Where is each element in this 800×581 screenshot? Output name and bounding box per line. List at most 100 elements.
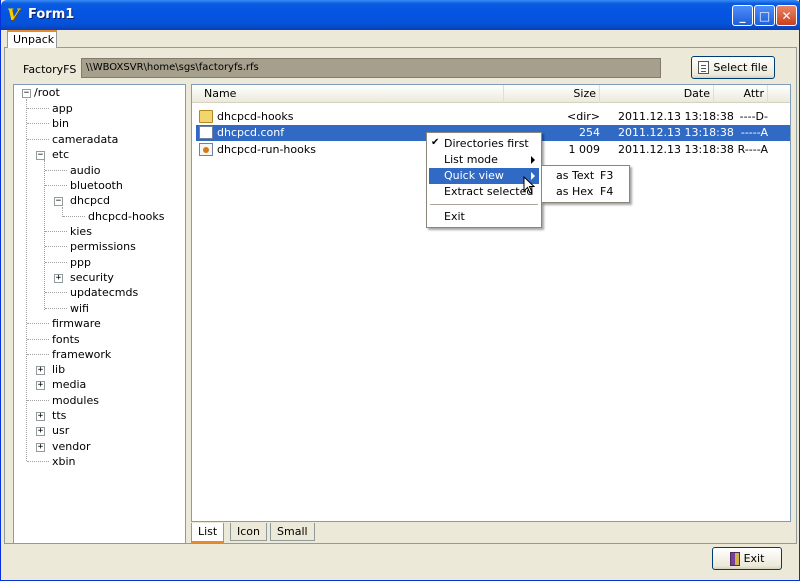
tree-item-root[interactable]: /root: [34, 85, 60, 100]
file-icon: [199, 126, 213, 139]
tree-item-dhcpcd[interactable]: dhcpcd: [70, 193, 110, 208]
tree-line: [45, 170, 67, 171]
file-attr: -----A: [740, 126, 768, 139]
tree-item-modules[interactable]: modules: [52, 393, 99, 408]
menu-item-directories-first[interactable]: Directories first: [429, 136, 539, 152]
file-attr: ----D-: [739, 110, 768, 123]
tab-small[interactable]: Small: [270, 523, 315, 541]
column-header-name[interactable]: Name: [192, 85, 504, 103]
main-window: V Form1 _ □ ✕ Unpack FactoryFS : \\WBOXS…: [0, 0, 800, 581]
expand-icon[interactable]: +: [54, 274, 63, 283]
exit-door-icon: [729, 551, 740, 566]
file-size: <dir>: [567, 110, 600, 123]
file-name: dhcpcd-run-hooks: [217, 143, 316, 156]
menu-item-label: List mode: [444, 153, 498, 166]
submenu-item-as-hex[interactable]: as Hex F4: [544, 184, 628, 200]
file-row[interactable]: dhcpcd-hooks <dir> 2011.12.13 13:18:38 -…: [196, 109, 790, 125]
tree-line: [45, 185, 67, 186]
tab-unpack[interactable]: Unpack: [7, 30, 57, 48]
expand-icon[interactable]: +: [36, 412, 45, 421]
menu-item-exit[interactable]: Exit: [429, 209, 539, 225]
tree-item-etc[interactable]: etc: [52, 147, 69, 162]
menu-item-list-mode[interactable]: List mode: [429, 152, 539, 168]
collapse-icon[interactable]: −: [54, 197, 63, 206]
quick-view-submenu: as Text F3 as Hex F4: [541, 165, 630, 203]
app-logo-icon: V: [7, 5, 20, 24]
tree-item-bin[interactable]: bin: [52, 116, 69, 131]
exit-label: Exit: [743, 552, 765, 565]
tree-line: [45, 246, 67, 247]
select-file-label: Select file: [713, 61, 768, 74]
expand-icon[interactable]: +: [36, 427, 45, 436]
tree-line: [27, 339, 49, 340]
tree-line: [45, 308, 67, 309]
executable-icon: [199, 143, 213, 156]
tree-line: [45, 262, 67, 263]
factoryfs-label: FactoryFS :: [23, 63, 84, 76]
expand-icon[interactable]: +: [36, 381, 45, 390]
submenu-label: as Hex: [556, 185, 594, 198]
tree-item-media[interactable]: media: [52, 377, 86, 392]
submenu-label: as Text: [556, 169, 595, 182]
document-icon: [698, 61, 710, 74]
factoryfs-path-field: \\WBOXSVR\home\sgs\factoryfs.rfs: [81, 58, 661, 78]
folder-tree[interactable]: − /root app bin cameradata − etc audio b…: [13, 84, 186, 544]
tree-line: [26, 99, 27, 461]
tree-item-permissions[interactable]: permissions: [70, 239, 136, 254]
collapse-icon[interactable]: −: [22, 89, 31, 98]
tree-item-kies[interactable]: kies: [70, 224, 92, 239]
collapse-icon[interactable]: −: [36, 151, 45, 160]
tree-item-firmware[interactable]: firmware: [52, 316, 101, 331]
shortcut-label: F3: [600, 169, 614, 182]
tree-item-framework[interactable]: framework: [52, 347, 111, 362]
tree-line: [45, 292, 67, 293]
tree-item-usr[interactable]: usr: [52, 423, 69, 438]
tree-item-bluetooth[interactable]: bluetooth: [70, 178, 123, 193]
file-name: dhcpcd-hooks: [217, 110, 294, 123]
tree-item-lib[interactable]: lib: [52, 362, 65, 377]
column-header-date[interactable]: Date: [600, 85, 714, 103]
tree-item-vendor[interactable]: vendor: [52, 439, 90, 454]
column-header-size[interactable]: Size: [504, 85, 600, 103]
tree-item-dhcpcd-hooks[interactable]: dhcpcd-hooks: [88, 209, 165, 224]
tree-line: [27, 400, 49, 401]
tree-item-fonts[interactable]: fonts: [52, 332, 80, 347]
tree-item-security[interactable]: security: [70, 270, 114, 285]
column-header-attr[interactable]: Attr: [714, 85, 768, 103]
expand-icon[interactable]: +: [36, 366, 45, 375]
tree-item-updatecmds[interactable]: updatecmds: [70, 285, 138, 300]
window-title: Form1: [28, 7, 75, 22]
tree-item-cameradata[interactable]: cameradata: [52, 132, 118, 147]
menu-item-label: Quick view: [444, 169, 504, 182]
tree-item-app[interactable]: app: [52, 101, 73, 116]
tree-item-xbin[interactable]: xbin: [52, 454, 76, 469]
menu-separator: [430, 204, 538, 205]
tree-line: [27, 139, 49, 140]
maximize-button[interactable]: □: [754, 5, 775, 26]
file-attr: R----A: [737, 143, 768, 156]
folder-icon: [199, 110, 213, 123]
mouse-cursor-icon: [523, 176, 535, 194]
file-name: dhcpcd.conf: [217, 126, 285, 139]
close-button[interactable]: ✕: [776, 5, 797, 26]
tab-list[interactable]: List: [191, 523, 225, 543]
minimize-button[interactable]: _: [732, 5, 753, 26]
tree-line: [27, 123, 49, 124]
tree-item-ppp[interactable]: ppp: [70, 255, 91, 270]
tree-line: [27, 108, 49, 109]
tree-line: [27, 323, 49, 324]
tree-line: [44, 160, 45, 310]
tree-item-wifi[interactable]: wifi: [70, 301, 89, 316]
exit-button[interactable]: Exit: [712, 547, 782, 570]
title-bar[interactable]: V Form1 _ □ ✕: [1, 0, 800, 30]
submenu-item-as-text[interactable]: as Text F3: [544, 168, 628, 184]
tree-item-audio[interactable]: audio: [70, 163, 100, 178]
tree-line: [45, 231, 67, 232]
tree-item-tts[interactable]: tts: [52, 408, 66, 423]
list-header: Name Size Date Attr: [192, 85, 790, 103]
tree-line: [27, 461, 49, 462]
submenu-arrow-icon: [531, 156, 535, 164]
expand-icon[interactable]: +: [36, 443, 45, 452]
select-file-button[interactable]: Select file: [691, 56, 775, 79]
tab-icon[interactable]: Icon: [230, 523, 267, 541]
